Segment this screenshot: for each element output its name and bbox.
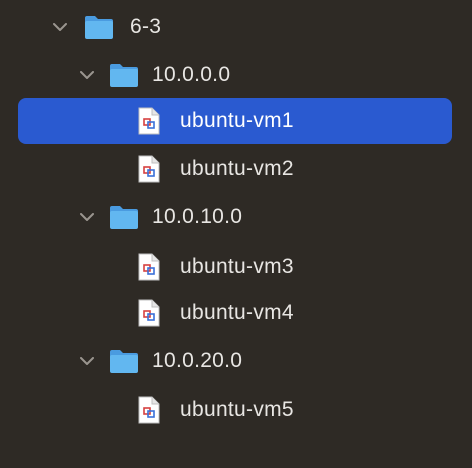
vm-file-icon xyxy=(138,299,160,327)
tree-folder-label: 10.0.20.0 xyxy=(152,349,243,372)
folder-icon xyxy=(108,348,140,374)
tree-file-label: ubuntu-vm1 xyxy=(180,109,294,132)
tree-file-label: ubuntu-vm4 xyxy=(180,301,294,324)
chevron-down-icon[interactable] xyxy=(77,351,97,371)
folder-icon xyxy=(108,62,140,88)
tree-file-ubuntu-vm5[interactable]: ubuntu-vm5 xyxy=(0,387,472,433)
tree-folder-10-0-0-0[interactable]: 10.0.0.0 xyxy=(0,52,472,98)
vm-file-icon xyxy=(138,155,160,183)
tree-file-label: ubuntu-vm3 xyxy=(180,255,294,278)
vm-file-icon xyxy=(138,396,160,424)
vm-file-icon xyxy=(138,253,160,281)
tree-folder-label: 10.0.0.0 xyxy=(152,63,231,86)
tree-file-ubuntu-vm4[interactable]: ubuntu-vm4 xyxy=(0,290,472,336)
chevron-down-icon[interactable] xyxy=(77,207,97,227)
folder-icon xyxy=(83,14,115,40)
tree-folder-10-0-20-0[interactable]: 10.0.20.0 xyxy=(0,338,472,384)
tree-folder-10-0-10-0[interactable]: 10.0.10.0 xyxy=(0,194,472,240)
tree-folder-label: 6-3 xyxy=(130,15,162,38)
chevron-down-icon[interactable] xyxy=(77,65,97,85)
tree-file-ubuntu-vm3[interactable]: ubuntu-vm3 xyxy=(0,244,472,290)
tree-file-label: ubuntu-vm5 xyxy=(180,398,294,421)
tree-folder-label: 10.0.10.0 xyxy=(152,205,243,228)
tree-folder-6-3[interactable]: 6-3 xyxy=(0,4,472,50)
file-tree: 6-3 10.0.0.0 ubuntu-vm1 ubuntu-vm2 10.0.… xyxy=(0,0,472,468)
tree-file-ubuntu-vm1[interactable]: ubuntu-vm1 xyxy=(0,98,472,144)
vm-file-icon xyxy=(138,107,160,135)
tree-file-label: ubuntu-vm2 xyxy=(180,157,294,180)
folder-icon xyxy=(108,204,140,230)
chevron-down-icon[interactable] xyxy=(50,17,70,37)
tree-file-ubuntu-vm2[interactable]: ubuntu-vm2 xyxy=(0,146,472,192)
